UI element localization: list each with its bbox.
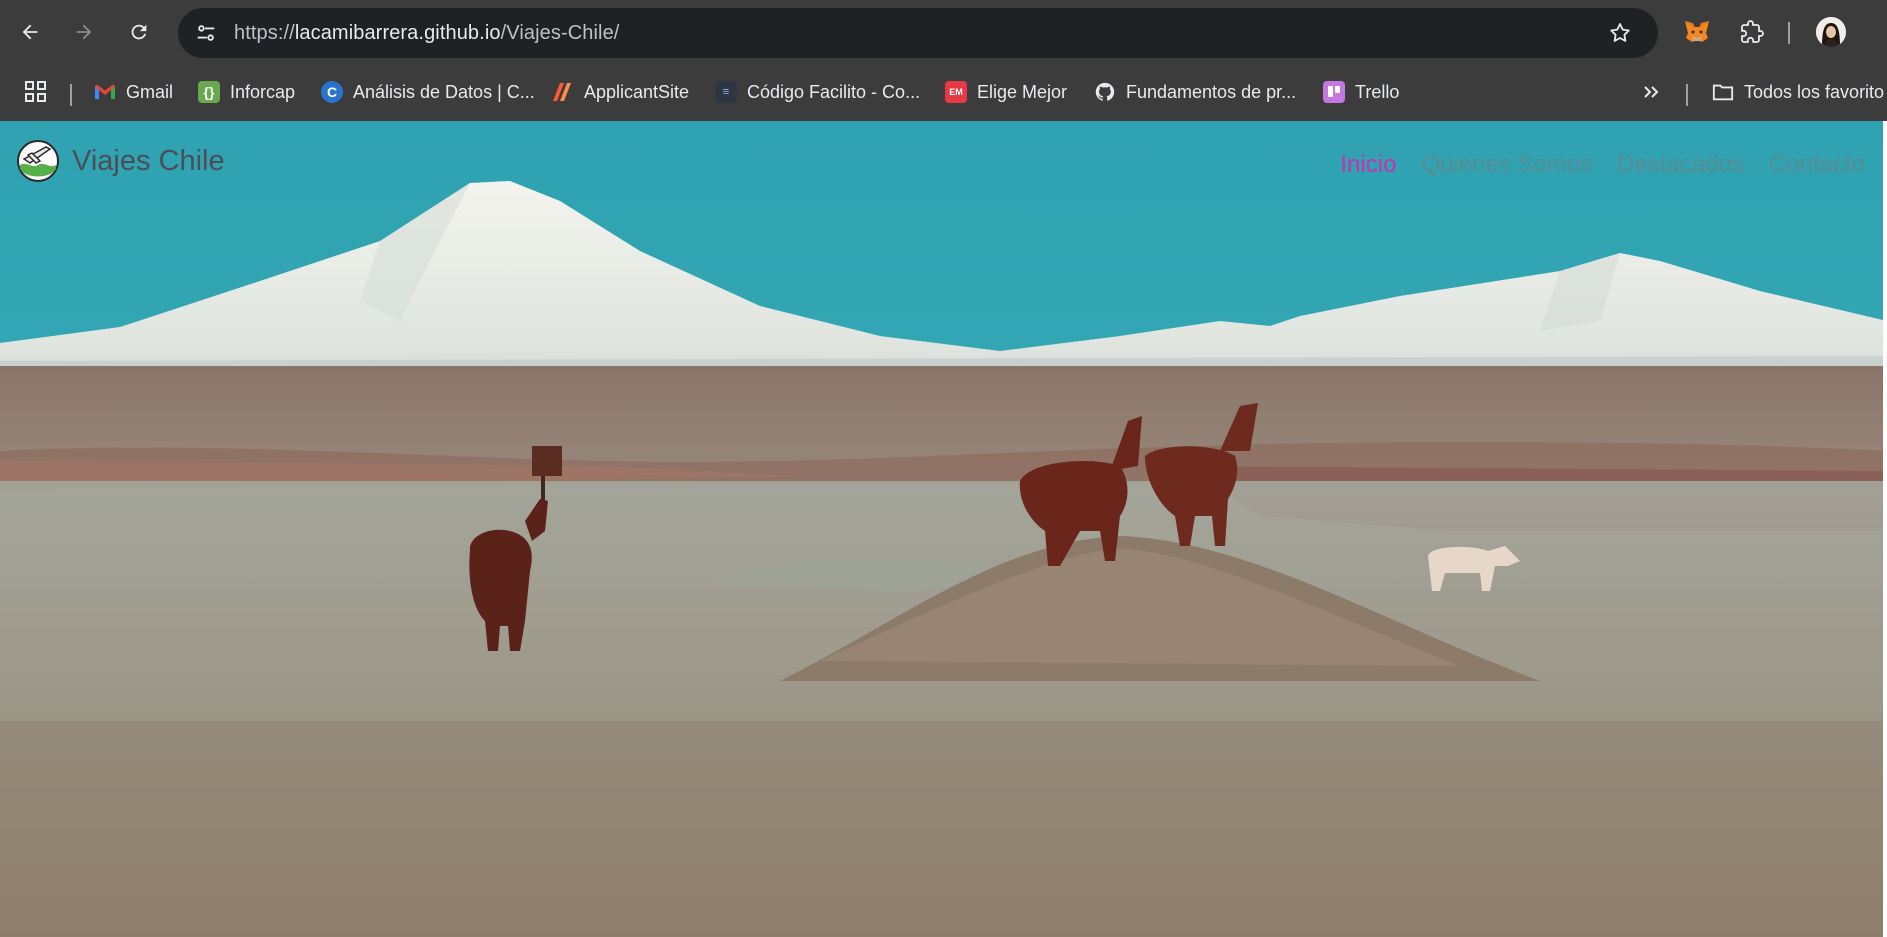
all-bookmarks-folder[interactable]: Todos los favorito: [1712, 76, 1884, 108]
bookmark-codigo-facilito[interactable]: ≡ Código Facilito - Co...: [715, 76, 920, 108]
bookmark-label: Inforcap: [230, 81, 296, 102]
github-icon: [1094, 81, 1116, 103]
url-path: /Viajes-Chile/: [500, 21, 620, 44]
bookmarks-bar: Gmail {} Inforcap C Análisis de Datos | …: [0, 66, 1887, 121]
profile-avatar[interactable]: [1816, 17, 1846, 47]
bookmark-applicantsite[interactable]: ApplicantSite: [552, 76, 689, 108]
reload-icon: [131, 24, 147, 40]
bookmark-label: Trello: [1355, 81, 1400, 102]
toolbar-divider: [1788, 22, 1790, 44]
bookmark-inforcap[interactable]: {} Inforcap: [198, 76, 295, 108]
arrow-right-icon: [76, 24, 92, 40]
browser-chrome: https://lacamibarrera.github.io/Viajes-C…: [0, 0, 1887, 121]
forward-button[interactable]: [66, 14, 102, 50]
apps-grid-icon: [25, 81, 46, 102]
bookmark-fundamentos[interactable]: Fundamentos de pr...: [1094, 76, 1296, 108]
apps-button[interactable]: [24, 76, 48, 108]
site-info-button[interactable]: [188, 15, 224, 51]
bookmark-label: Código Facilito - Co...: [747, 81, 921, 102]
tune-icon: [197, 25, 215, 41]
metamask-extension-button[interactable]: [1679, 14, 1715, 50]
coursera-icon: C: [321, 81, 343, 103]
folder-icon: [1712, 81, 1734, 103]
bookmark-trello[interactable]: Trello: [1323, 76, 1399, 108]
bookmark-label: Fundamentos de pr...: [1126, 81, 1297, 102]
gmail-icon: [94, 81, 116, 103]
double-chevron-icon: [1644, 86, 1659, 98]
url-text[interactable]: https://lacamibarrera.github.io/Viajes-C…: [234, 22, 619, 45]
url-host: lacamibarrera.github.io: [294, 21, 501, 44]
menu-inicio[interactable]: Inicio: [1340, 151, 1396, 179]
url-prefix: https://: [234, 21, 295, 44]
bookmark-label: Gmail: [126, 81, 174, 102]
bookmarks-divider: [1686, 84, 1688, 106]
inforcap-icon: {}: [198, 81, 220, 103]
fox-icon: [1685, 21, 1709, 42]
site-title: Viajes Chile: [72, 144, 225, 177]
bookmark-label: Análisis de Datos | C...: [353, 81, 535, 102]
menu-quienes-somos[interactable]: Quienes Somos: [1421, 151, 1592, 179]
puzzle-icon: [1741, 20, 1764, 43]
bookmark-gmail[interactable]: Gmail: [94, 76, 173, 108]
bookmark-star-button[interactable]: [1602, 15, 1638, 51]
reload-button[interactable]: [121, 14, 157, 50]
site-brand[interactable]: Viajes Chile: [16, 139, 225, 183]
avatar-icon: [1816, 17, 1846, 47]
extensions-button[interactable]: [1734, 14, 1770, 50]
star-icon: [1610, 23, 1630, 42]
bookmark-label: Elige Mejor: [977, 81, 1068, 102]
applicantsite-icon: [552, 81, 574, 103]
bookmarks-divider: [70, 84, 72, 106]
arrow-left-icon: [22, 24, 38, 40]
address-bar[interactable]: https://lacamibarrera.github.io/Viajes-C…: [178, 8, 1658, 58]
bookmark-elige-mejor[interactable]: EM Elige Mejor: [945, 76, 1067, 108]
travel-globe-icon: [17, 140, 59, 182]
menu-destacados[interactable]: Destacados: [1617, 151, 1744, 179]
web-page: Viajes Chile Inicio Quienes Somos Destac…: [0, 121, 1887, 937]
eligemejor-icon: EM: [945, 81, 967, 103]
bookmark-analisis-datos[interactable]: C Análisis de Datos | C...: [321, 76, 535, 108]
bookmark-label: ApplicantSite: [584, 81, 690, 102]
site-menu: Inicio Quienes Somos Destacados Contacto: [1315, 151, 1865, 179]
all-bookmarks-label: Todos los favorito: [1744, 81, 1885, 102]
site-navbar: Viajes Chile Inicio Quienes Somos Destac…: [0, 121, 1887, 201]
bookmarks-overflow-button[interactable]: [1641, 76, 1661, 108]
browser-toolbar: https://lacamibarrera.github.io/Viajes-C…: [0, 0, 1887, 66]
codigofacilito-icon: ≡: [715, 81, 737, 103]
trello-icon: [1323, 81, 1345, 103]
menu-contacto[interactable]: Contacto: [1769, 151, 1865, 179]
back-button[interactable]: [12, 14, 48, 50]
hero-image: [0, 121, 1887, 937]
